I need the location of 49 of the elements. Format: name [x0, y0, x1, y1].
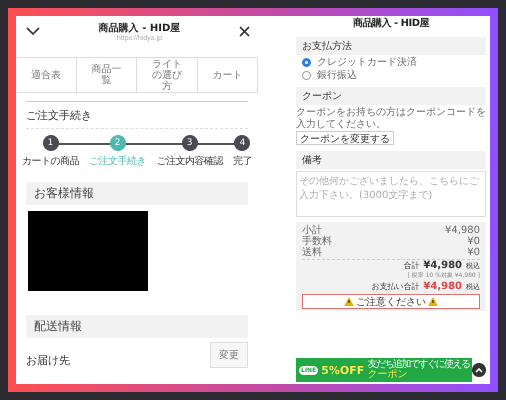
- summary-label: 小計: [302, 225, 322, 236]
- chevron-down-icon[interactable]: [26, 26, 40, 36]
- warning-icon: [344, 297, 354, 306]
- radio-button[interactable]: [302, 58, 311, 66]
- step-number: 3: [182, 135, 198, 151]
- total-value: ¥4,980: [423, 281, 462, 292]
- summary-value: ¥0: [467, 247, 480, 258]
- step-number: 2: [110, 135, 126, 151]
- summary-value: ¥4,980: [445, 225, 480, 236]
- nav-tab[interactable]: ライトの選び方: [137, 58, 198, 92]
- step-label: ご注文手続き: [89, 154, 146, 168]
- nav-tab[interactable]: 適合表: [16, 58, 76, 92]
- section-heading: 備考: [296, 151, 486, 169]
- coupon-description: クーポンをお持ちの方はクーポンコードを入力してください。: [296, 107, 486, 130]
- step-number: 1: [42, 135, 58, 151]
- page-title: 商品購入 - HID屋: [98, 21, 180, 34]
- total-label: お支払い合計: [371, 281, 420, 292]
- section-title: ご注文手続き: [26, 101, 248, 129]
- nav-tab[interactable]: 商品一覧: [76, 58, 137, 92]
- radio-label: クレジットカード決済: [317, 56, 417, 69]
- chevron-up-icon: [475, 367, 484, 373]
- destination-label: お届け先: [26, 352, 70, 368]
- notes-field[interactable]: その他何かございましたら、こちらにご入力下さい。(3000文字まで): [296, 171, 486, 217]
- total-value: ¥4,980: [423, 260, 462, 271]
- radio-label: 銀行振込: [317, 68, 357, 82]
- scroll-top-button[interactable]: [472, 363, 486, 377]
- total-label: 合計: [403, 260, 420, 271]
- section-heading: 配送情報: [26, 315, 248, 338]
- change-button[interactable]: 変更: [210, 342, 248, 368]
- nav-tab[interactable]: カート: [198, 58, 258, 92]
- summary-label: 手数料: [302, 236, 332, 247]
- section-heading: クーポン: [296, 87, 486, 105]
- coupon-tag: クーポン: [367, 370, 470, 380]
- section-heading: お客様情報: [26, 182, 248, 205]
- summary-label: 送料: [302, 247, 322, 258]
- warning-icon: [428, 297, 438, 306]
- step-number: 4: [234, 135, 250, 151]
- banner-headline: 友だち追加ですぐに使える: [367, 360, 470, 370]
- coupon-button[interactable]: クーポンを変更する: [296, 131, 394, 145]
- discount-text: 5%OFF: [321, 364, 364, 376]
- step-label: 完了: [232, 154, 252, 168]
- radio-button[interactable]: [302, 70, 311, 80]
- notice-text: ご注意ください: [356, 296, 426, 308]
- summary-value: ¥0: [467, 236, 480, 247]
- step-label: ご注文内容確認: [156, 154, 223, 168]
- step-label: カートの商品: [22, 154, 79, 168]
- page-title: 商品購入 - HID屋: [352, 16, 430, 31]
- section-heading: お支払方法: [296, 37, 486, 55]
- close-icon[interactable]: [238, 26, 250, 36]
